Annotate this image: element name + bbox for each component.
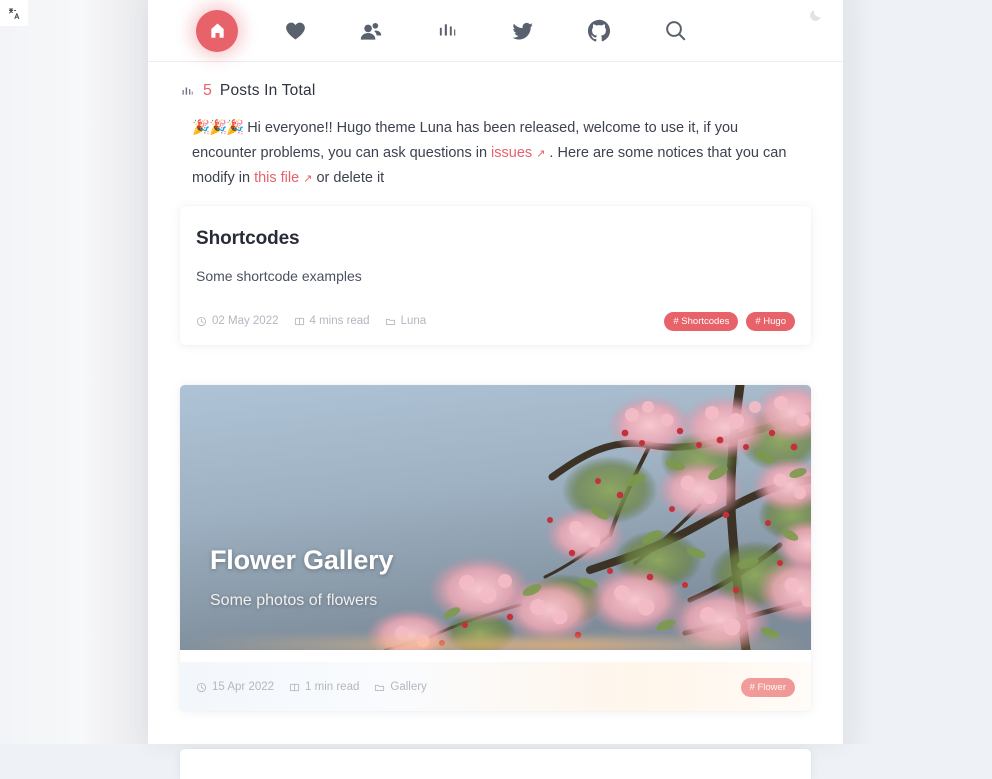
bar-chart-icon bbox=[436, 20, 458, 42]
hero-bottom-glow bbox=[180, 638, 811, 650]
tag-shortcodes[interactable]: # Shortcodes bbox=[664, 312, 738, 331]
post-read-time: 4 mins read bbox=[294, 315, 370, 327]
twitter-icon bbox=[511, 19, 535, 43]
post-date: 02 May 2022 bbox=[196, 315, 279, 327]
this-file-link[interactable]: this file ↗ bbox=[254, 170, 312, 186]
left-gutter bbox=[0, 0, 148, 744]
folder-icon bbox=[385, 316, 396, 327]
post-card[interactable]: Flower Gallery Some photos of flowers bbox=[180, 385, 811, 711]
bar-chart-icon bbox=[180, 84, 195, 99]
party-emoji: 🎉🎉🎉 bbox=[192, 120, 243, 136]
post-card[interactable]: Shortcodes Some shortcode examples 02 Ma… bbox=[180, 206, 811, 345]
translate-icon[interactable] bbox=[0, 0, 28, 26]
post-date: 15 Apr 2022 bbox=[196, 681, 274, 693]
tag-hugo[interactable]: # Hugo bbox=[746, 312, 795, 331]
book-icon bbox=[294, 316, 305, 327]
clock-icon bbox=[196, 316, 207, 327]
post-card-next[interactable] bbox=[180, 749, 811, 779]
main-navigation bbox=[148, 10, 694, 52]
post-tags: # Shortcodes # Hugo bbox=[664, 312, 795, 331]
issues-link[interactable]: issues ↗ bbox=[491, 145, 545, 161]
post-date-label: 02 May 2022 bbox=[212, 315, 279, 327]
github-icon bbox=[586, 18, 612, 44]
post-read-time-label: 4 mins read bbox=[310, 315, 370, 327]
nav-github[interactable] bbox=[580, 12, 618, 50]
tag-flower[interactable]: # Flower bbox=[741, 678, 795, 697]
notice-text-3: or delete it bbox=[312, 170, 384, 186]
post-read-time-label: 1 min read bbox=[305, 681, 359, 693]
nav-home[interactable] bbox=[196, 10, 238, 52]
post-title[interactable]: Flower Gallery bbox=[210, 545, 393, 576]
post-description: Some shortcode examples bbox=[196, 268, 795, 284]
nav-search[interactable] bbox=[656, 12, 694, 50]
post-title[interactable]: Shortcodes bbox=[196, 228, 795, 250]
book-icon bbox=[289, 682, 300, 693]
this-file-link-label: this file bbox=[254, 170, 299, 186]
nav-friends[interactable] bbox=[352, 12, 390, 50]
post-read-time: 1 min read bbox=[289, 681, 359, 693]
post-category[interactable]: Luna bbox=[385, 315, 427, 327]
issues-link-label: issues bbox=[491, 145, 532, 161]
people-icon bbox=[358, 18, 384, 44]
post-category-label: Luna bbox=[401, 315, 427, 327]
moon-icon bbox=[808, 8, 823, 28]
post-date-label: 15 Apr 2022 bbox=[212, 681, 274, 693]
main-content: 5 Posts In Total 🎉🎉🎉 Hi everyone!! Hugo … bbox=[148, 62, 843, 779]
post-meta-left: 02 May 2022 4 mins read bbox=[196, 315, 426, 327]
post-meta: 02 May 2022 4 mins read bbox=[180, 296, 811, 345]
post-meta: 15 Apr 2022 1 min read bbox=[180, 662, 811, 711]
posts-count: 5 bbox=[203, 82, 212, 100]
search-icon bbox=[663, 18, 688, 43]
post-card-body: Shortcodes Some shortcode examples bbox=[180, 206, 811, 284]
posts-total-label: Posts In Total bbox=[220, 82, 316, 100]
site-header bbox=[148, 0, 843, 62]
post-category[interactable]: Gallery bbox=[374, 681, 426, 693]
container-edge-shadow bbox=[843, 0, 873, 744]
nav-twitter[interactable] bbox=[504, 12, 542, 50]
hero-text-block: Flower Gallery Some photos of flowers bbox=[210, 545, 393, 610]
clock-icon bbox=[196, 682, 207, 693]
post-hero-image[interactable]: Flower Gallery Some photos of flowers bbox=[180, 385, 811, 650]
post-description: Some photos of flowers bbox=[210, 592, 393, 610]
nav-stats[interactable] bbox=[428, 12, 466, 50]
folder-icon bbox=[374, 682, 385, 693]
post-meta-left: 15 Apr 2022 1 min read bbox=[196, 681, 427, 693]
theme-toggle[interactable] bbox=[805, 8, 825, 28]
post-tags: # Flower bbox=[741, 678, 795, 697]
posts-total: 5 Posts In Total bbox=[180, 62, 811, 112]
site-notice: 🎉🎉🎉 Hi everyone!! Hugo theme Luna has be… bbox=[180, 112, 800, 206]
nav-likes[interactable] bbox=[276, 12, 314, 50]
post-category-label: Gallery bbox=[390, 681, 426, 693]
heart-icon bbox=[283, 18, 308, 43]
site-container: 5 Posts In Total 🎉🎉🎉 Hi everyone!! Hugo … bbox=[148, 0, 843, 744]
home-icon bbox=[208, 21, 227, 40]
